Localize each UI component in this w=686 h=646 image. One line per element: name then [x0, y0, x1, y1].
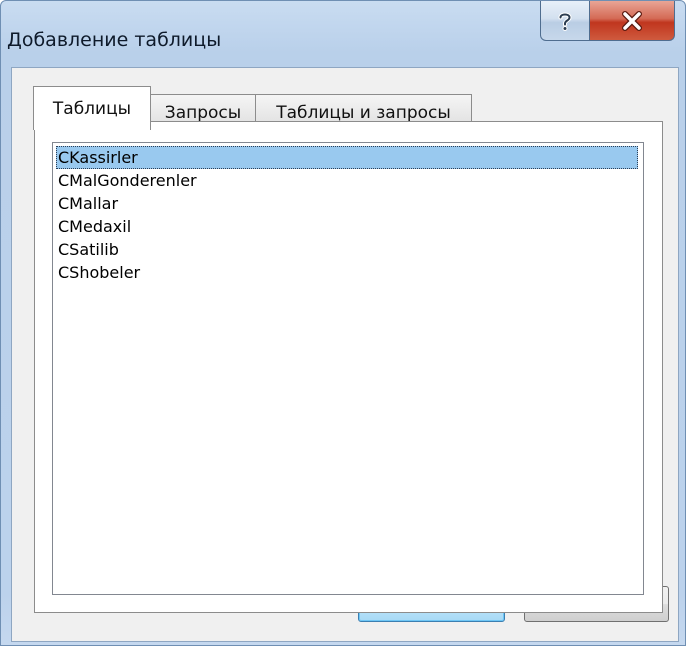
list-item[interactable]: CMalGonderenler — [56, 169, 638, 192]
tab-tables-and-queries-label: Таблицы и запросы — [276, 102, 451, 123]
tables-listbox[interactable]: CKassirler CMalGonderenler CMallar CMeda… — [52, 142, 644, 595]
list-item[interactable]: CMedaxil — [56, 215, 638, 238]
list-item[interactable]: CSatilib — [56, 238, 638, 261]
list-item[interactable]: CKassirler — [56, 146, 638, 169]
list-item[interactable]: CShobeler — [56, 261, 638, 284]
tab-tables-label: Таблицы — [52, 98, 132, 119]
tab-panel-tables: CKassirler CMalGonderenler CMallar CMeda… — [34, 121, 663, 613]
add-table-dialog: Добавление таблицы Таблицы Запросы Табли… — [0, 0, 686, 646]
help-icon — [558, 12, 572, 31]
window-title: Добавление таблицы — [7, 29, 222, 51]
title-bar[interactable]: Добавление таблицы — [1, 1, 685, 65]
list-item[interactable]: CMallar — [56, 192, 638, 215]
tab-tables[interactable]: Таблицы — [33, 86, 151, 130]
dialog-client-area: Таблицы Запросы Таблицы и запросы CKassi… — [11, 67, 679, 642]
close-window-button[interactable] — [589, 1, 675, 41]
close-icon — [622, 10, 642, 31]
help-button[interactable] — [540, 1, 590, 41]
tab-queries-label: Запросы — [164, 102, 242, 123]
